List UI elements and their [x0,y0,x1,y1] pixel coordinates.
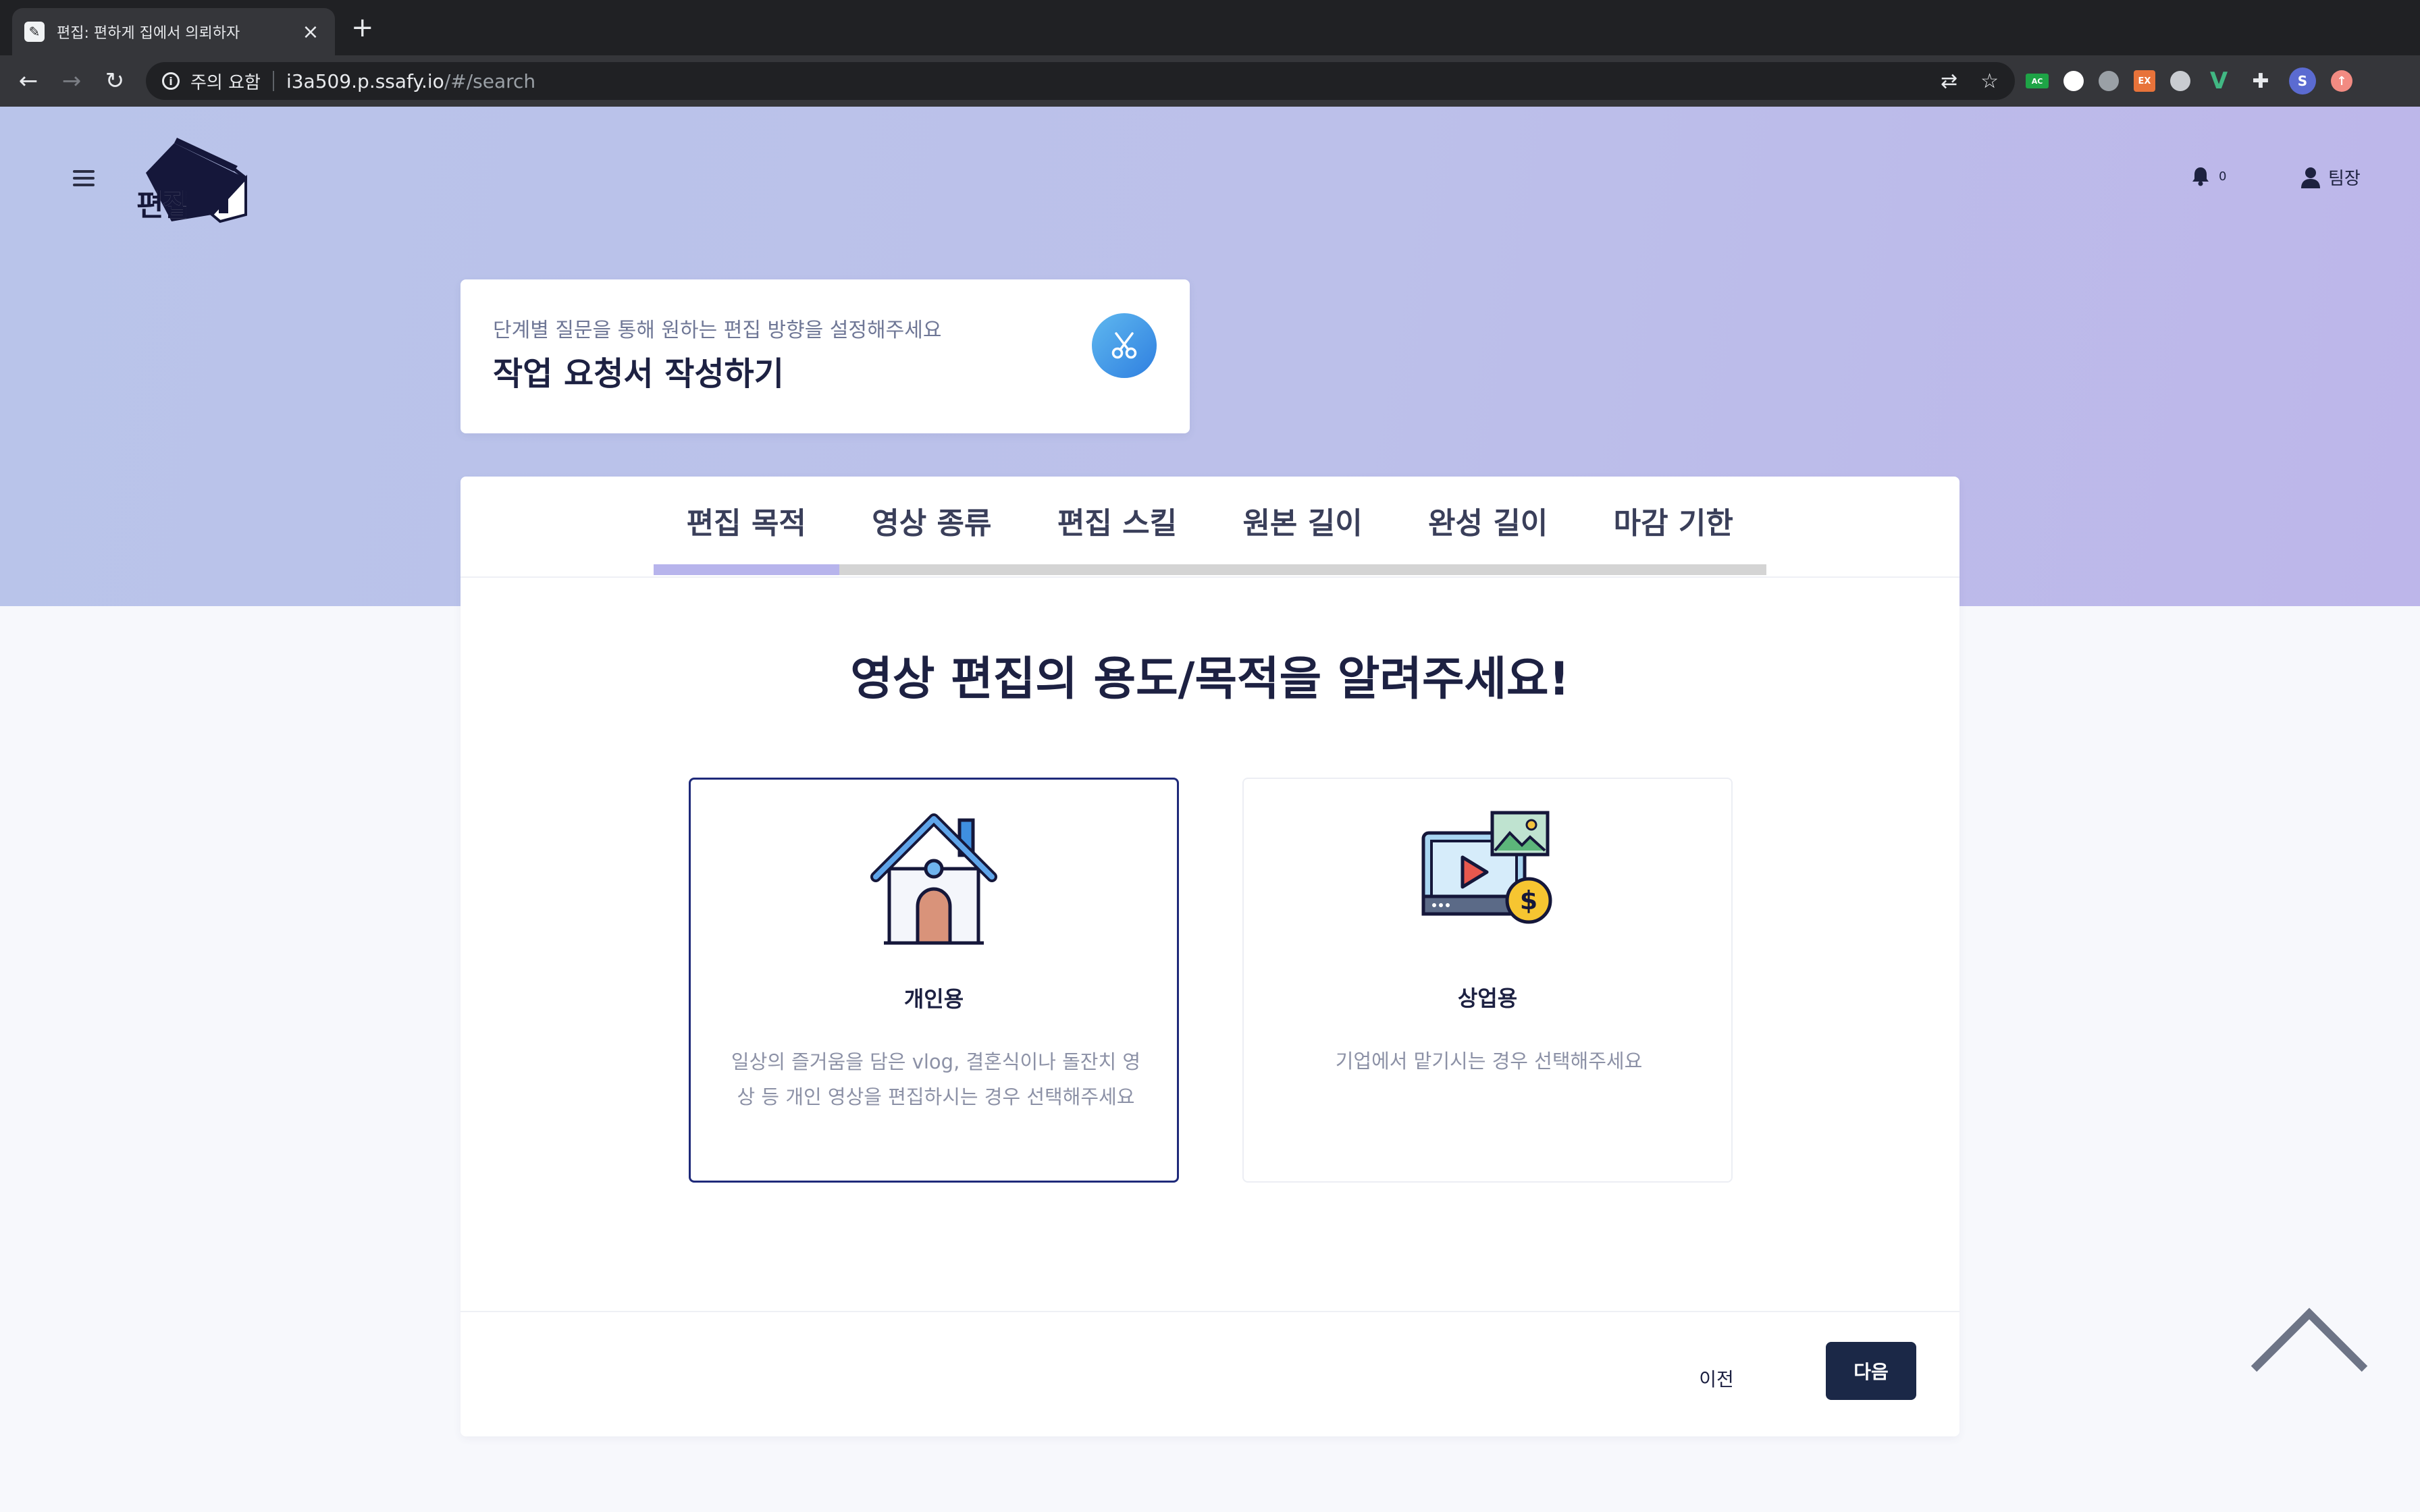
bell-icon [2192,167,2209,186]
extension-circle-icon[interactable] [2063,71,2084,91]
option-personal-title: 개인용 [903,986,964,1012]
step-tab-purpose[interactable]: 편집 목적 [654,499,839,542]
vue-devtools-icon[interactable]: V [2205,68,2232,94]
extension-record-icon[interactable] [2170,71,2190,91]
request-form-card: 편집 목적 영상 종류 편집 스킬 원본 길이 완성 길이 마감 기한 영상 편… [461,477,1959,1436]
step-tab-final-length[interactable]: 완성 길이 [1395,499,1581,542]
step-tabs: 편집 목적 영상 종류 편집 스킬 원본 길이 완성 길이 마감 기한 [654,477,1766,576]
question-title: 영상 편집의 용도/목적을 알려주세요! [850,653,1570,706]
video-money-icon: $ [1421,811,1552,924]
house-icon [870,813,997,945]
card-divider [461,576,1959,578]
security-status: 주의 요함 [190,72,261,93]
url-path: /#/search [444,70,536,92]
step-tab-source-length[interactable]: 원본 길이 [1210,499,1396,542]
option-commercial-description: 기업에서 맡기시는 경우 선택해주세요 [1335,1050,1643,1073]
tab-favicon-icon: ✎ [24,22,45,42]
option-commercial[interactable]: $ 상업용 기업에서 맡기시는 경우 선택해주세요 [1242,778,1733,1183]
address-bar[interactable]: i 주의 요함 i3a509.p.ssafy.io/#/search ⇄ ☆ [146,62,2015,100]
bookmark-star-icon[interactable]: ☆ [1980,70,1999,93]
extensions-row: AC EX V ✚ S ↑ [2026,68,2352,94]
forward-icon[interactable]: → [57,66,86,96]
hamburger-menu-icon[interactable] [73,170,95,186]
extension-shield-icon[interactable] [2099,71,2119,91]
tab-title: 편집: 편하게 집에서 의뢰하자 [57,25,240,42]
browser-toolbar: ← → ↻ i 주의 요함 i3a509.p.ssafy.io/#/search… [0,55,2420,107]
header-title: 작업 요청서 작성하기 [493,355,784,393]
user-name: 팀장 [2328,169,2361,189]
svg-text:$: $ [1520,886,1537,915]
option-personal-description: 일상의 즐거움을 담은 vlog, 결혼식이나 돌잔치 영상 등 개인 영상을 … [731,1050,1141,1108]
reload-icon[interactable]: ↻ [100,66,130,96]
site-logo[interactable]: 편집 [132,134,247,228]
next-button[interactable]: 다음 [1826,1342,1916,1400]
logo-text: 편집 [136,188,190,223]
info-icon[interactable]: i [162,72,180,90]
page: 편집 0 팀장 단계별 질문을 통해 원하는 편집 방향을 설정해주세요 작업 … [0,107,2420,1512]
profile-avatar-icon[interactable]: S [2289,68,2316,94]
back-icon[interactable]: ← [14,66,43,96]
scissors-icon [1092,313,1157,378]
header-subtitle: 단계별 질문을 통해 원하는 편집 방향을 설정해주세요 [493,319,942,342]
notification-count: 0 [2219,169,2227,184]
url-host: i3a509.p.ssafy.io [286,70,444,92]
step-progress-track [654,564,1766,575]
step-tab-edit-skill[interactable]: 편집 스킬 [1024,499,1210,542]
ex-extension-icon[interactable]: EX [2134,70,2155,92]
new-tab-icon[interactable]: + [351,12,374,43]
user-menu[interactable]: 팀장 [2301,165,2361,190]
option-commercial-title: 상업용 [1457,986,1518,1011]
option-personal[interactable]: 개인용 일상의 즐거움을 담은 vlog, 결혼식이나 돌잔치 영상 등 개인 … [689,778,1179,1183]
update-icon[interactable]: ↑ [2331,70,2352,92]
translate-icon[interactable]: ⇄ [1941,70,1957,93]
user-icon [2301,167,2320,188]
request-header-card: 단계별 질문을 통해 원하는 편집 방향을 설정해주세요 작업 요청서 작성하기 [461,279,1190,433]
chevron-up-icon [2251,1307,2368,1372]
prev-button[interactable]: 이전 [1683,1358,1750,1399]
extensions-puzzle-icon[interactable]: ✚ [2247,68,2274,94]
tab-close-icon[interactable]: × [298,20,323,44]
scroll-to-top-button[interactable] [2248,1301,2370,1376]
step-tab-video-type[interactable]: 영상 종류 [839,499,1025,542]
step-progress-fill [654,564,839,575]
notification-button[interactable]: 0 [2192,166,2226,186]
browser-tab[interactable]: ✎ 편집: 편하게 집에서 의뢰하자 × [12,8,335,55]
ac-extension-icon[interactable]: AC [2026,74,2049,88]
browser-tab-bar: ✎ 편집: 편하게 집에서 의뢰하자 × + [0,0,2420,55]
footer-divider [461,1311,1959,1312]
omnibox-divider [272,71,274,91]
step-tab-deadline[interactable]: 마감 기한 [1581,499,1766,542]
